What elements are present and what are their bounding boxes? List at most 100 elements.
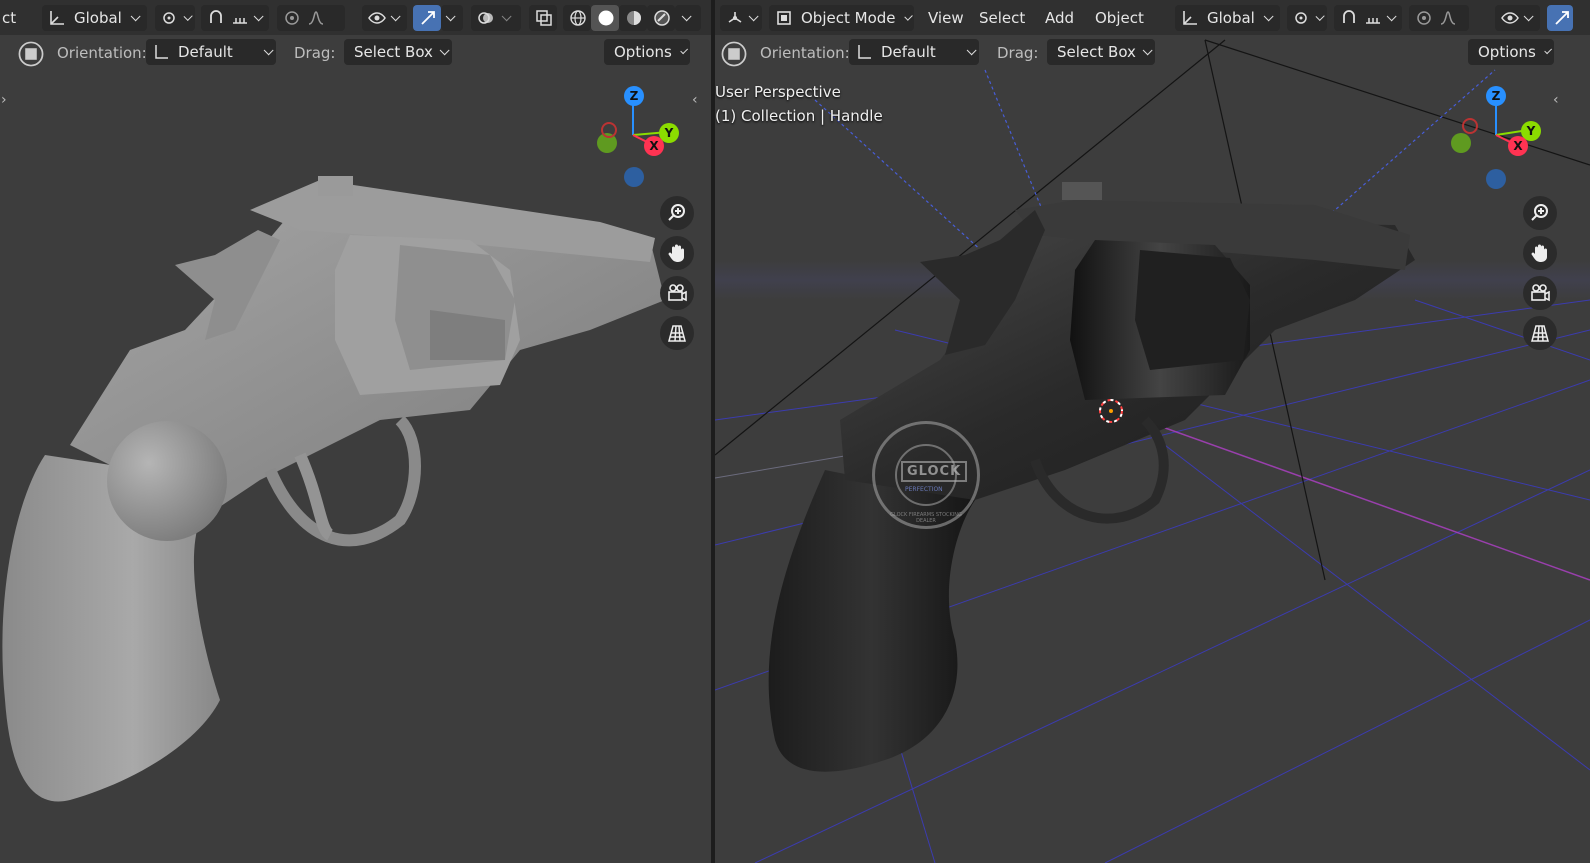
pan-button[interactable]	[1523, 236, 1557, 270]
shading-solid-icon	[597, 9, 615, 27]
options-label: Options	[614, 43, 672, 61]
visibility-dropdown[interactable]	[362, 5, 407, 31]
object-mode-label: Object Mode	[801, 9, 896, 27]
shading-rendered[interactable]	[647, 5, 675, 31]
pivot-dropdown[interactable]	[155, 5, 195, 31]
shading-solid[interactable]	[591, 5, 619, 31]
watermark-ring-text: GLOCK FIREARMS STOCKING DEALER	[890, 512, 962, 524]
pivot-icon	[161, 9, 179, 27]
orientation-value: Default	[178, 43, 233, 61]
left-viewport[interactable]: ct Global Orientation: Default Drag: Sel…	[0, 0, 711, 863]
camera-icon	[1531, 284, 1550, 302]
neg-x-axis-dot[interactable]	[1462, 118, 1478, 134]
transform-space-dropdown-right[interactable]: Global	[1175, 5, 1280, 31]
neg-y-axis-dot[interactable]	[1451, 133, 1471, 153]
transform-space-dropdown[interactable]: Global	[42, 5, 147, 31]
neg-x-axis-dot[interactable]	[601, 122, 617, 138]
gizmo-dropdown[interactable]	[441, 5, 463, 31]
snap-increment-icon	[231, 9, 249, 27]
x-axis-dot[interactable]: X	[644, 136, 664, 156]
proportional-editing-right[interactable]	[1409, 5, 1469, 31]
snap-icon	[207, 9, 225, 27]
pivot-dropdown-right[interactable]	[1287, 5, 1327, 31]
transform-space-label-right: Global	[1207, 9, 1255, 27]
gizmo-icon	[419, 9, 437, 27]
object-mode-icon	[775, 9, 793, 27]
editor-type-dropdown[interactable]	[720, 5, 762, 31]
object-mode-dropdown[interactable]: Object Mode	[769, 5, 914, 31]
falloff-icon	[307, 9, 325, 27]
x-axis-dot[interactable]: X	[1508, 136, 1528, 156]
falloff-icon	[1439, 9, 1457, 27]
ortho-toggle-button[interactable]	[660, 316, 694, 350]
sidebar-expand-arrow[interactable]: ‹	[1553, 92, 1559, 108]
pan-button[interactable]	[660, 236, 694, 270]
pivot-icon	[1293, 9, 1311, 27]
mode-fragment[interactable]: ct	[0, 5, 20, 31]
drag-label: Drag:	[294, 44, 336, 62]
zoom-button[interactable]	[660, 196, 694, 230]
navigation-gizmo[interactable]: Z Y X	[580, 80, 690, 195]
gizmo-toggle-right[interactable]	[1547, 5, 1573, 31]
menu-view[interactable]: View	[922, 5, 970, 31]
sidebar-expand-arrow[interactable]: ‹	[692, 92, 698, 108]
ortho-toggle-button[interactable]	[1523, 316, 1557, 350]
camera-view-button[interactable]	[660, 276, 694, 310]
z-axis-dot[interactable]: Z	[624, 86, 644, 106]
menu-object[interactable]: Object	[1089, 5, 1150, 31]
drag-dropdown[interactable]: Select Box	[344, 39, 452, 65]
orientation-label: Orientation:	[57, 44, 147, 62]
zoom-button[interactable]	[1523, 196, 1557, 230]
tool-icon[interactable]	[18, 41, 44, 67]
shading-material[interactable]	[619, 5, 647, 31]
overlay-toggle[interactable]	[471, 5, 521, 31]
proportional-icon	[1415, 9, 1433, 27]
menu-add-label: Add	[1045, 9, 1075, 27]
shading-dropdown[interactable]	[675, 5, 701, 31]
shading-rendered-icon	[653, 9, 671, 27]
snap-toggle[interactable]	[201, 5, 269, 31]
3d-cursor[interactable]	[1097, 397, 1125, 425]
camera-view-button[interactable]	[1523, 276, 1557, 310]
options-dropdown-right[interactable]: Options	[1468, 39, 1554, 65]
transform-orientation-icon	[48, 9, 66, 27]
drag-dropdown-right[interactable]: Select Box	[1047, 39, 1155, 65]
menu-add[interactable]: Add	[1039, 5, 1080, 31]
snap-increment-icon	[1364, 9, 1382, 27]
right-tool-settings-bar: Orientation: Default Drag: Select Box Op…	[715, 35, 1590, 71]
menu-select[interactable]: Select	[973, 5, 1031, 31]
drag-label-right: Drag:	[997, 44, 1039, 62]
menu-select-label: Select	[979, 9, 1026, 27]
toolbar-expand-arrow[interactable]: ›	[1, 92, 7, 108]
z-axis-dot[interactable]: Z	[1486, 86, 1506, 106]
menu-object-label: Object	[1095, 9, 1144, 27]
watermark-logo: GLOCK	[901, 461, 968, 482]
neg-z-axis-dot[interactable]	[1486, 169, 1506, 189]
tool-icon[interactable]	[721, 41, 747, 67]
visibility-dropdown-right[interactable]	[1495, 5, 1540, 31]
orientation-dropdown-right[interactable]: Default	[849, 39, 979, 65]
pan-hand-icon	[668, 244, 684, 262]
right-viewport[interactable]: GLOCK PERFECTION GLOCK FIREARMS STOCKING…	[715, 0, 1590, 863]
transform-orientation-icon	[1181, 9, 1199, 27]
visibility-icon	[1501, 9, 1519, 27]
xray-icon	[535, 9, 553, 27]
gizmo-icon	[1553, 9, 1571, 27]
orientation-label-right: Orientation:	[760, 44, 850, 62]
orientation-dropdown[interactable]: Default	[146, 39, 276, 65]
proportional-icon	[283, 9, 301, 27]
navigation-gizmo[interactable]: Z Y X	[1443, 80, 1553, 195]
drag-value-right: Select Box	[1057, 43, 1136, 61]
neg-z-axis-dot[interactable]	[624, 167, 644, 187]
visibility-icon	[368, 9, 386, 27]
gizmo-toggle[interactable]	[413, 5, 441, 31]
transform-space-label: Global	[74, 9, 122, 27]
xray-toggle[interactable]	[529, 5, 557, 31]
snap-toggle-right[interactable]	[1334, 5, 1402, 31]
snap-icon	[1340, 9, 1358, 27]
options-dropdown[interactable]: Options	[604, 39, 690, 65]
shading-material-icon	[625, 9, 643, 27]
shading-wireframe[interactable]	[563, 5, 591, 31]
proportional-editing[interactable]	[277, 5, 345, 31]
grid-view-icon	[668, 325, 686, 342]
